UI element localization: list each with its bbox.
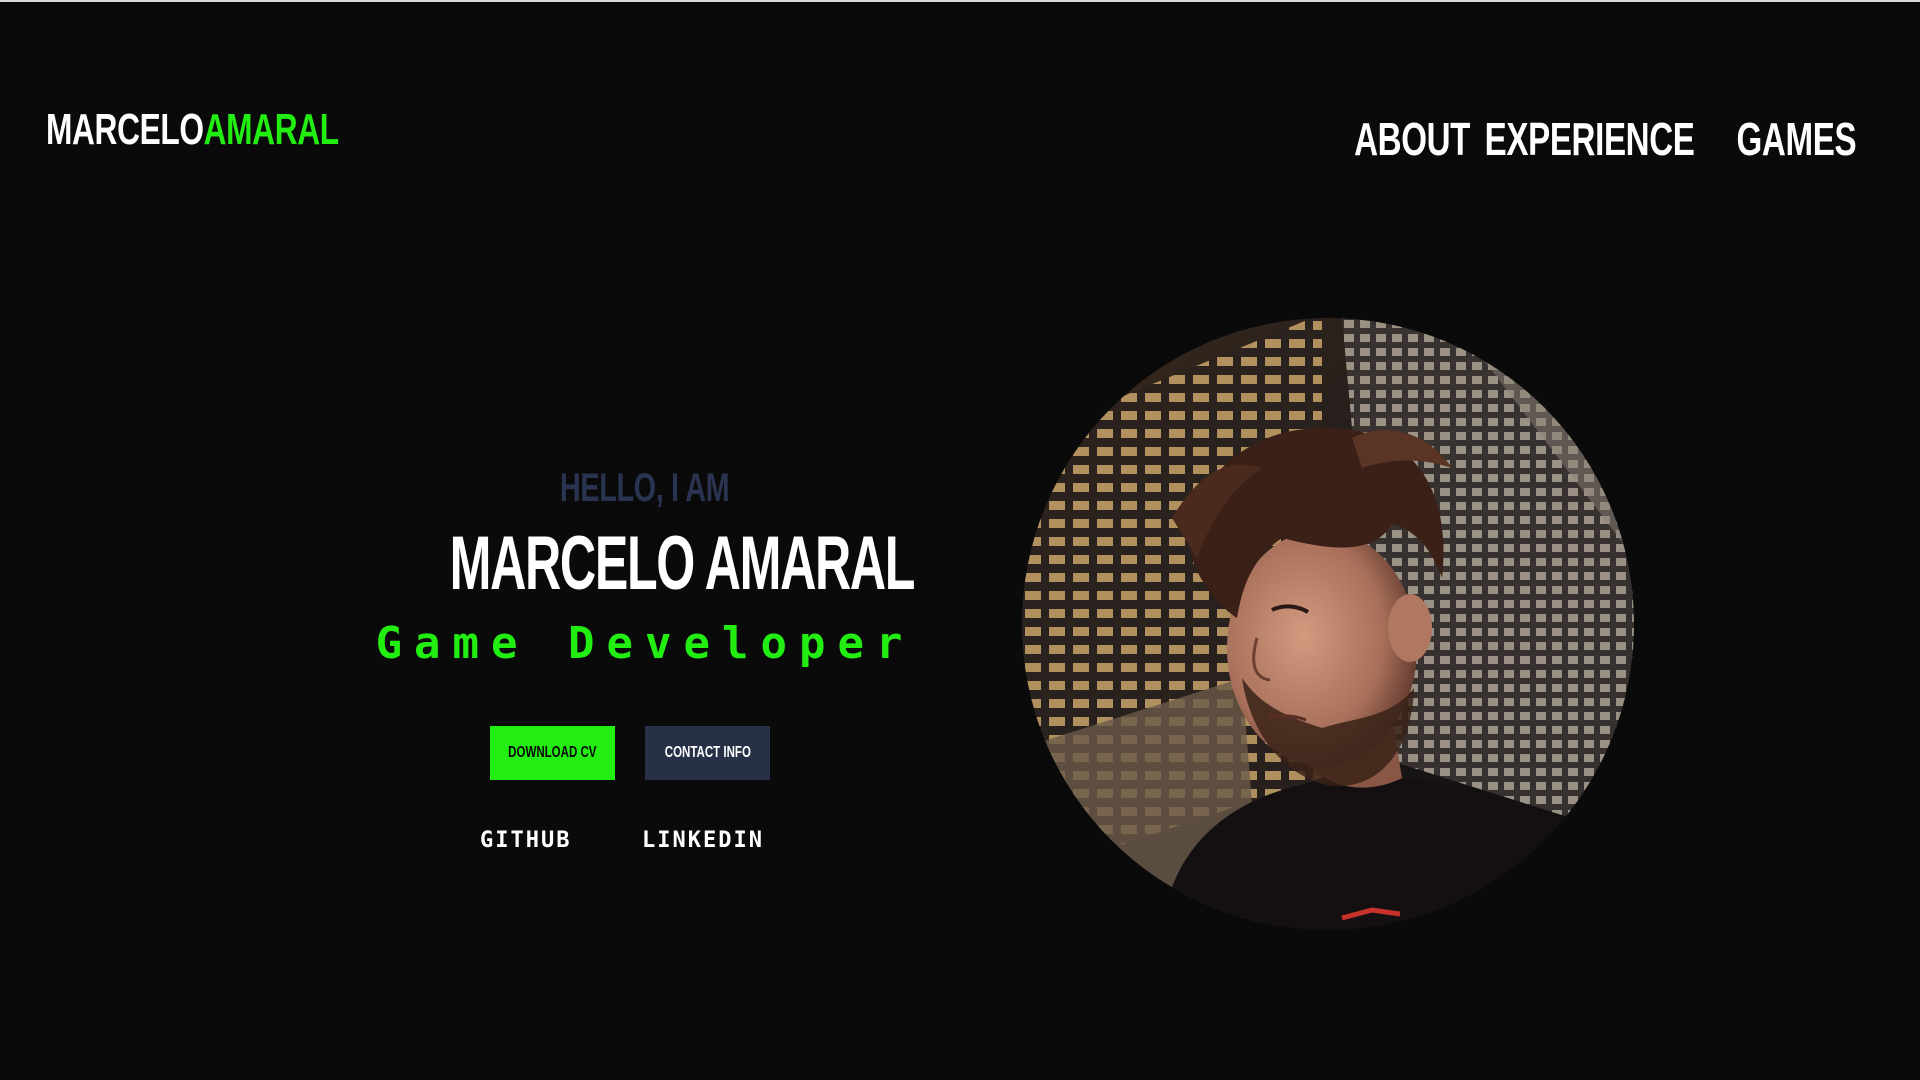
linkedin-link[interactable]: LINKEDIN [642,828,764,853]
hero-name: MARCELO AMARAL [449,521,916,606]
logo-last-name: AMARAL [203,105,339,154]
nav-about[interactable]: ABOUT [1354,112,1470,166]
site-logo[interactable]: MARCELO AMARAL [46,105,339,154]
contact-info-button[interactable]: CONTACT INFO [645,726,770,780]
hero-intro: HELLO, I AM MARCELO AMARAL Game Develope… [330,460,960,880]
hero-role: Game Developer [375,618,915,669]
nav-games[interactable]: GAMES [1736,112,1856,166]
profile-photo [1022,318,1634,930]
logo-first-name: MARCELO [46,105,204,154]
download-cv-button[interactable]: DOWNLOAD CV [490,726,615,780]
github-link[interactable]: GITHUB [480,828,571,853]
nav-experience[interactable]: EXPERIENCE [1485,112,1695,166]
profile-photo-illustration [1022,318,1634,930]
greeting-text: HELLO, I AM [560,466,730,510]
top-border [0,0,1920,2]
